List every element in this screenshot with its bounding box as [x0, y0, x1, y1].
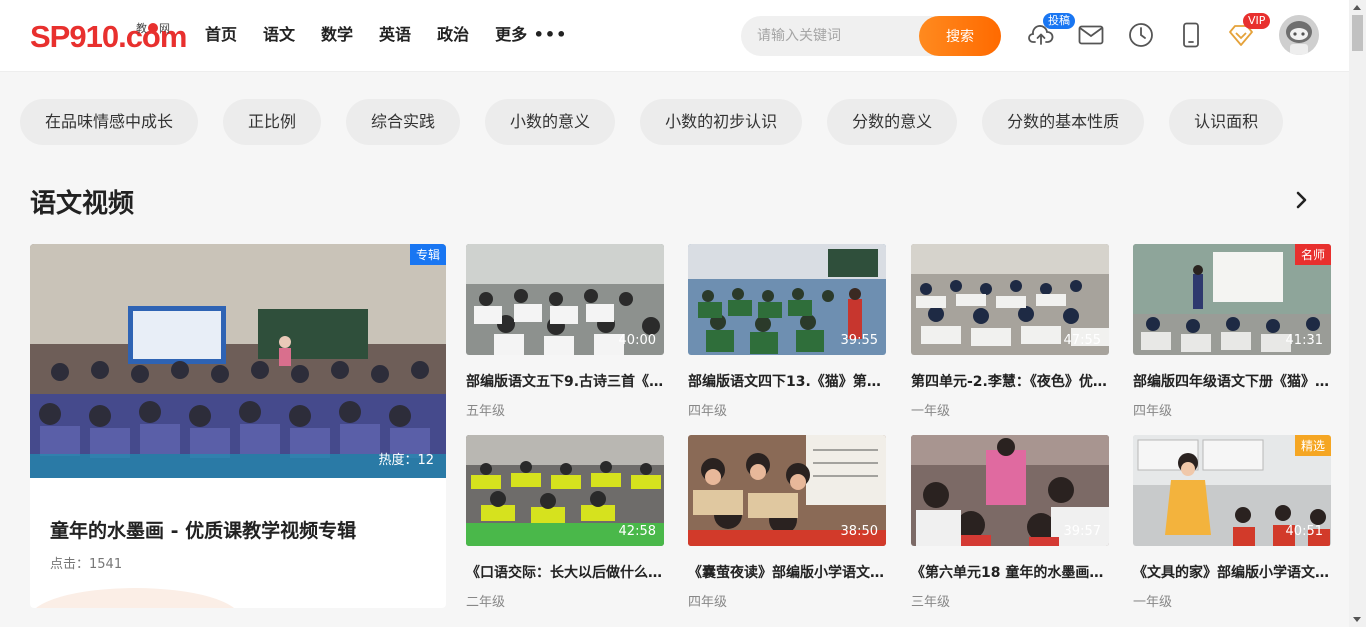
topic-tag[interactable]: 综合实践 — [346, 99, 461, 145]
nav-more-label: 更多 — [495, 25, 528, 44]
mobile-icon — [1183, 22, 1199, 48]
video-duration: 40:00 — [618, 333, 656, 348]
video-thumbnail: 名师 41:31 — [1133, 244, 1331, 355]
video-title[interactable]: 部编版语文四下13.《猫》第一课时 — [688, 371, 886, 391]
decorative-glow — [30, 588, 240, 608]
history-button[interactable] — [1127, 21, 1155, 49]
topic-tag[interactable]: 分数的意义 — [827, 99, 958, 145]
mail-icon — [1078, 25, 1104, 45]
video-title[interactable]: 《第六单元18 童年的水墨画》优质课 — [911, 562, 1109, 582]
upload-button[interactable]: 投稿 — [1027, 13, 1075, 49]
topic-tag[interactable]: 小数的初步认识 — [640, 99, 803, 145]
video-grade: 一年级 — [911, 404, 951, 419]
video-card[interactable]: 精选 40:51 《文具的家》部编版小学语文一年级 一年级 — [1133, 435, 1331, 610]
more-dots-icon: ••• — [527, 25, 568, 44]
video-grade: 四年级 — [688, 595, 728, 610]
topic-tag[interactable]: 认识面积 — [1169, 99, 1284, 145]
video-card[interactable]: 40:00 部编版语文五下9.古诗三首《稚子弄冰》 五年级 — [466, 244, 664, 419]
mail-button[interactable] — [1077, 21, 1105, 49]
classroom-image — [30, 244, 446, 478]
video-thumbnail: 38:50 — [688, 435, 886, 546]
video-thumbnail: 39:55 — [688, 244, 886, 355]
video-grade: 三年级 — [911, 595, 951, 610]
video-thumbnail: 40:00 — [466, 244, 664, 355]
vip-badge: VIP — [1243, 13, 1271, 29]
video-card[interactable]: 39:55 部编版语文四下13.《猫》第一课时 四年级 — [688, 244, 886, 419]
video-grade: 四年级 — [1133, 404, 1173, 419]
featured-heat: 热度：12 — [378, 453, 434, 468]
video-title[interactable]: 《文具的家》部编版小学语文一年级 — [1133, 562, 1331, 582]
featured-album-card[interactable]: 专辑 热度：12 童年的水墨画 - 优质课教学视频专辑 点击：1541 — [30, 244, 446, 608]
video-grade: 二年级 — [466, 595, 506, 610]
nav-math[interactable]: 数学 — [321, 22, 353, 48]
scroll-down-arrow-icon[interactable] — [1353, 617, 1361, 622]
section-more-button[interactable] — [1290, 189, 1312, 211]
search-input[interactable] — [757, 16, 917, 56]
video-duration: 39:57 — [1063, 524, 1101, 539]
video-card[interactable]: 39:57 《第六单元18 童年的水墨画》优质课 三年级 — [911, 435, 1109, 610]
video-card[interactable]: 47:55 第四单元-2.李慧：《夜色》优质课 一年级 — [911, 244, 1109, 419]
nav-chinese[interactable]: 语文 — [263, 22, 295, 48]
video-thumbnail: 42:58 — [466, 435, 664, 546]
video-thumbnail: 39:57 — [911, 435, 1109, 546]
video-title[interactable]: 《囊萤夜读》部编版小学语文四年级 — [688, 562, 886, 582]
video-card[interactable]: 42:58 《口语交际：长大以后做什么》优质课 二年级 — [466, 435, 664, 610]
video-title[interactable]: 《口语交际：长大以后做什么》优质课 — [466, 562, 664, 582]
clock-icon — [1129, 23, 1153, 47]
video-grade: 四年级 — [688, 404, 728, 419]
chevron-right-icon — [1296, 191, 1307, 209]
nav-english[interactable]: 英语 — [379, 22, 411, 48]
video-duration: 39:55 — [840, 333, 878, 348]
video-duration: 38:50 — [840, 524, 878, 539]
topic-tag[interactable]: 分数的基本性质 — [982, 99, 1145, 145]
nav-more[interactable]: 更多 ••• — [495, 22, 567, 48]
scroll-thumb[interactable] — [1352, 15, 1363, 51]
video-title[interactable]: 部编版语文五下9.古诗三首《稚子弄冰》 — [466, 371, 664, 391]
logo-eye-icon — [148, 23, 158, 33]
video-duration: 40:51 — [1285, 524, 1323, 539]
video-duration: 42:58 — [618, 524, 656, 539]
logo-sub-left: 教 — [136, 22, 147, 35]
album-tag: 专辑 — [409, 244, 446, 265]
topic-tag[interactable]: 正比例 — [223, 99, 322, 145]
logo-sub-right: 网 — [159, 22, 170, 35]
video-card[interactable]: 名师 41:31 部编版四年级语文下册《猫》优质课 四年级 — [1133, 244, 1331, 419]
video-grade: 一年级 — [1133, 595, 1173, 610]
search-box: 搜索 — [741, 16, 1001, 56]
video-duration: 41:31 — [1285, 333, 1323, 348]
scroll-up-arrow-icon[interactable] — [1353, 5, 1361, 10]
vip-button[interactable]: VIP — [1227, 13, 1271, 49]
video-title[interactable]: 第四单元-2.李慧：《夜色》优质课 — [911, 371, 1109, 391]
search-button[interactable]: 搜索 — [919, 16, 1001, 56]
user-avatar[interactable] — [1279, 15, 1319, 55]
logo-subtext: 教网 — [136, 20, 170, 36]
video-title[interactable]: 部编版四年级语文下册《猫》优质课 — [1133, 371, 1331, 391]
featured-hits: 点击：1541 — [50, 557, 123, 572]
topic-tag[interactable]: 小数的意义 — [485, 99, 616, 145]
upload-badge: 投稿 — [1043, 13, 1075, 29]
video-thumbnail: 47:55 — [911, 244, 1109, 355]
section-title: 语文视频 — [30, 189, 135, 219]
featured-thumbnail: 专辑 热度：12 — [30, 244, 446, 478]
avatar-robot-icon — [1279, 15, 1319, 55]
video-thumbnail: 精选 40:51 — [1133, 435, 1331, 546]
page-scrollbar[interactable] — [1349, 0, 1366, 627]
topic-tag[interactable]: 在品味情感中成长 — [20, 99, 199, 145]
video-grade: 五年级 — [466, 404, 506, 419]
mobile-button[interactable] — [1177, 21, 1205, 49]
nav-home[interactable]: 首页 — [205, 22, 237, 48]
featured-title[interactable]: 童年的水墨画 - 优质课教学视频专辑 — [50, 516, 356, 543]
featured-pick-badge: 精选 — [1294, 435, 1331, 456]
top-header: SP910.com 教网 首页 语文 数学 英语 政治 更多 ••• 搜索 投稿… — [0, 0, 1349, 72]
main-nav: 首页 语文 数学 英语 政治 更多 ••• — [205, 22, 593, 48]
nav-politics[interactable]: 政治 — [437, 22, 469, 48]
video-card[interactable]: 38:50 《囊萤夜读》部编版小学语文四年级 四年级 — [688, 435, 886, 610]
topic-tags: 在品味情感中成长 正比例 综合实践 小数的意义 小数的初步认识 分数的意义 分数… — [20, 99, 1284, 145]
video-duration: 47:55 — [1063, 333, 1101, 348]
famous-teacher-badge: 名师 — [1294, 244, 1331, 265]
site-logo[interactable]: SP910.com 教网 — [30, 18, 187, 54]
